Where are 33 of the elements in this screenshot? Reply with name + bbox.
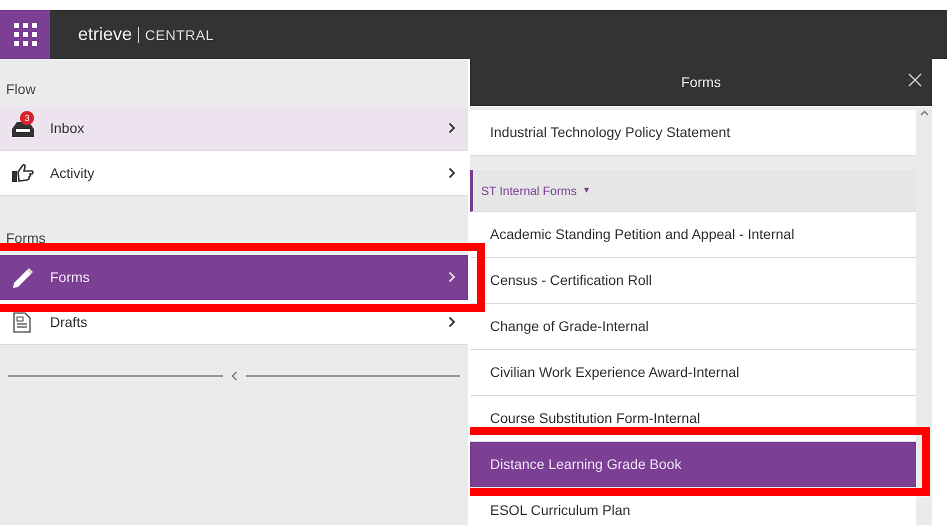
close-icon	[908, 73, 922, 87]
chevron-left-icon	[230, 371, 238, 381]
chevron-right-icon	[448, 271, 456, 283]
chevron-right-icon	[448, 167, 456, 179]
section-title: Forms	[5, 229, 47, 248]
form-item[interactable]: Industrial Technology Policy Statement	[470, 110, 916, 156]
item-label: Forms	[50, 268, 91, 286]
form-item[interactable]: Change of Grade-Internal	[470, 304, 916, 350]
chevron-right-icon	[448, 316, 456, 328]
item-label: Activity	[50, 164, 96, 183]
logo-name: etrieve	[78, 23, 132, 46]
scroll-up-icon	[920, 110, 928, 116]
form-item[interactable]: Distance Learning Grade Book	[470, 442, 916, 488]
sidebar-item[interactable]: Forms	[0, 255, 468, 300]
item-label: Drafts	[50, 312, 88, 332]
form-item[interactable]: Academic Standing Petition and Appeal - Internal	[470, 212, 916, 258]
pencil-icon	[10, 266, 36, 288]
sidebar-item[interactable]: Activity	[0, 151, 468, 196]
form-item[interactable]: Census - Certification Roll	[470, 258, 916, 304]
app-grid-icon	[14, 23, 36, 46]
chevron-right-icon	[448, 122, 456, 134]
app-launcher-button[interactable]	[0, 10, 50, 59]
product-name: CENTRAL	[138, 26, 214, 42]
dropdown-toggle-icon[interactable]: ▾	[584, 183, 589, 198]
group-label: ST Internal Forms	[481, 182, 577, 200]
notification-badge: 3	[20, 111, 34, 125]
item-label: Inbox	[50, 118, 86, 138]
close-button[interactable]	[908, 73, 922, 87]
sidebar-item[interactable]: 3 Inbox	[0, 106, 468, 151]
panel-title: Forms	[681, 73, 721, 92]
section-title: Flow	[5, 80, 37, 99]
form-item[interactable]: Civilian Work Experience Award-Internal	[470, 350, 916, 396]
pointing-hand-icon	[10, 162, 36, 184]
